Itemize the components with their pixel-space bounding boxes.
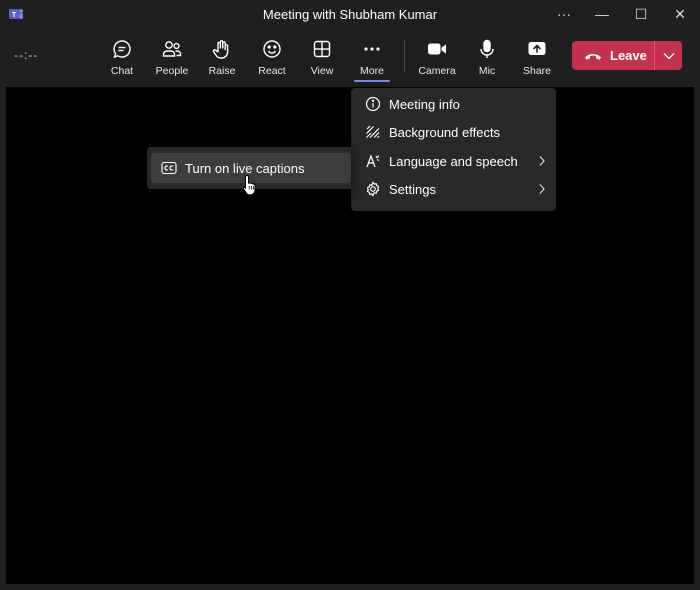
hand-icon: [212, 40, 229, 59]
hang-up-icon: [585, 53, 601, 60]
share-icon: [528, 42, 546, 55]
more-label: More: [360, 65, 384, 77]
chat-button[interactable]: Chat: [100, 32, 144, 80]
people-label: People: [155, 65, 189, 77]
menu-item-meeting-info[interactable]: Meeting info: [351, 90, 556, 118]
leave-button-group: Leave: [572, 41, 682, 70]
react-button[interactable]: React: [250, 32, 294, 80]
menu-item-language-and-speech[interactable]: Language and speech: [351, 147, 556, 175]
react-label: React: [258, 65, 286, 77]
menu-item-label: Background effects: [389, 124, 501, 140]
camera-label: Camera: [418, 65, 456, 77]
language-icon: [366, 154, 380, 168]
people-button[interactable]: People: [150, 32, 194, 80]
menu-item-settings[interactable]: Settings: [351, 175, 556, 203]
camera-icon: [428, 43, 446, 55]
chat-label: Chat: [110, 65, 134, 77]
more-button[interactable]: More: [350, 32, 394, 82]
close-button[interactable]: ✕: [662, 0, 698, 28]
mic-label: Mic: [478, 65, 496, 77]
menu-item-background-effects[interactable]: Background effects: [351, 118, 556, 146]
raise-hand-button[interactable]: Raise: [200, 32, 244, 80]
menu-item-label: Settings: [389, 181, 436, 197]
menu-item-label: Meeting info: [389, 96, 460, 112]
people-icon: [162, 41, 182, 57]
hand-pointer-cursor-icon: [242, 174, 256, 196]
leave-label: Leave: [610, 48, 647, 63]
view-button[interactable]: View: [300, 32, 344, 80]
view-label: View: [310, 65, 334, 77]
chat-icon: [113, 40, 131, 59]
grid-icon: [313, 40, 331, 58]
mic-button[interactable]: Mic: [465, 32, 509, 80]
maximize-button[interactable]: ☐: [623, 0, 659, 28]
leave-button[interactable]: Leave: [572, 41, 654, 70]
raise-label: Raise: [208, 65, 236, 77]
leave-options-button[interactable]: [655, 41, 682, 70]
title-bar: T Meeting with Shubham Kumar ··· — ☐ ✕: [0, 0, 700, 28]
meeting-timer: --:--: [14, 48, 39, 62]
share-label: Share: [522, 65, 552, 77]
minimize-button[interactable]: —: [584, 0, 620, 28]
chevron-right-icon: [539, 156, 545, 166]
more-options-button[interactable]: ···: [546, 0, 582, 28]
gear-icon: [366, 181, 380, 197]
toolbar-divider: [404, 40, 405, 72]
ellipsis-icon: [364, 47, 380, 51]
share-button[interactable]: Share: [515, 32, 559, 80]
meeting-toolbar: --:-- Chat People Raise React View More …: [0, 28, 700, 84]
leave-separator: [654, 41, 655, 70]
mic-icon: [480, 39, 494, 58]
chevron-down-icon: [662, 52, 675, 60]
background-effects-icon: [366, 125, 380, 138]
menu-item-label: Language and speech: [389, 153, 518, 169]
info-icon: [365, 96, 381, 112]
more-menu: Meeting info Background effects Language…: [351, 88, 556, 211]
chevron-right-icon: [539, 184, 545, 194]
camera-button[interactable]: Camera: [415, 32, 459, 80]
cc-icon: [161, 161, 177, 175]
smiley-icon: [263, 40, 281, 58]
